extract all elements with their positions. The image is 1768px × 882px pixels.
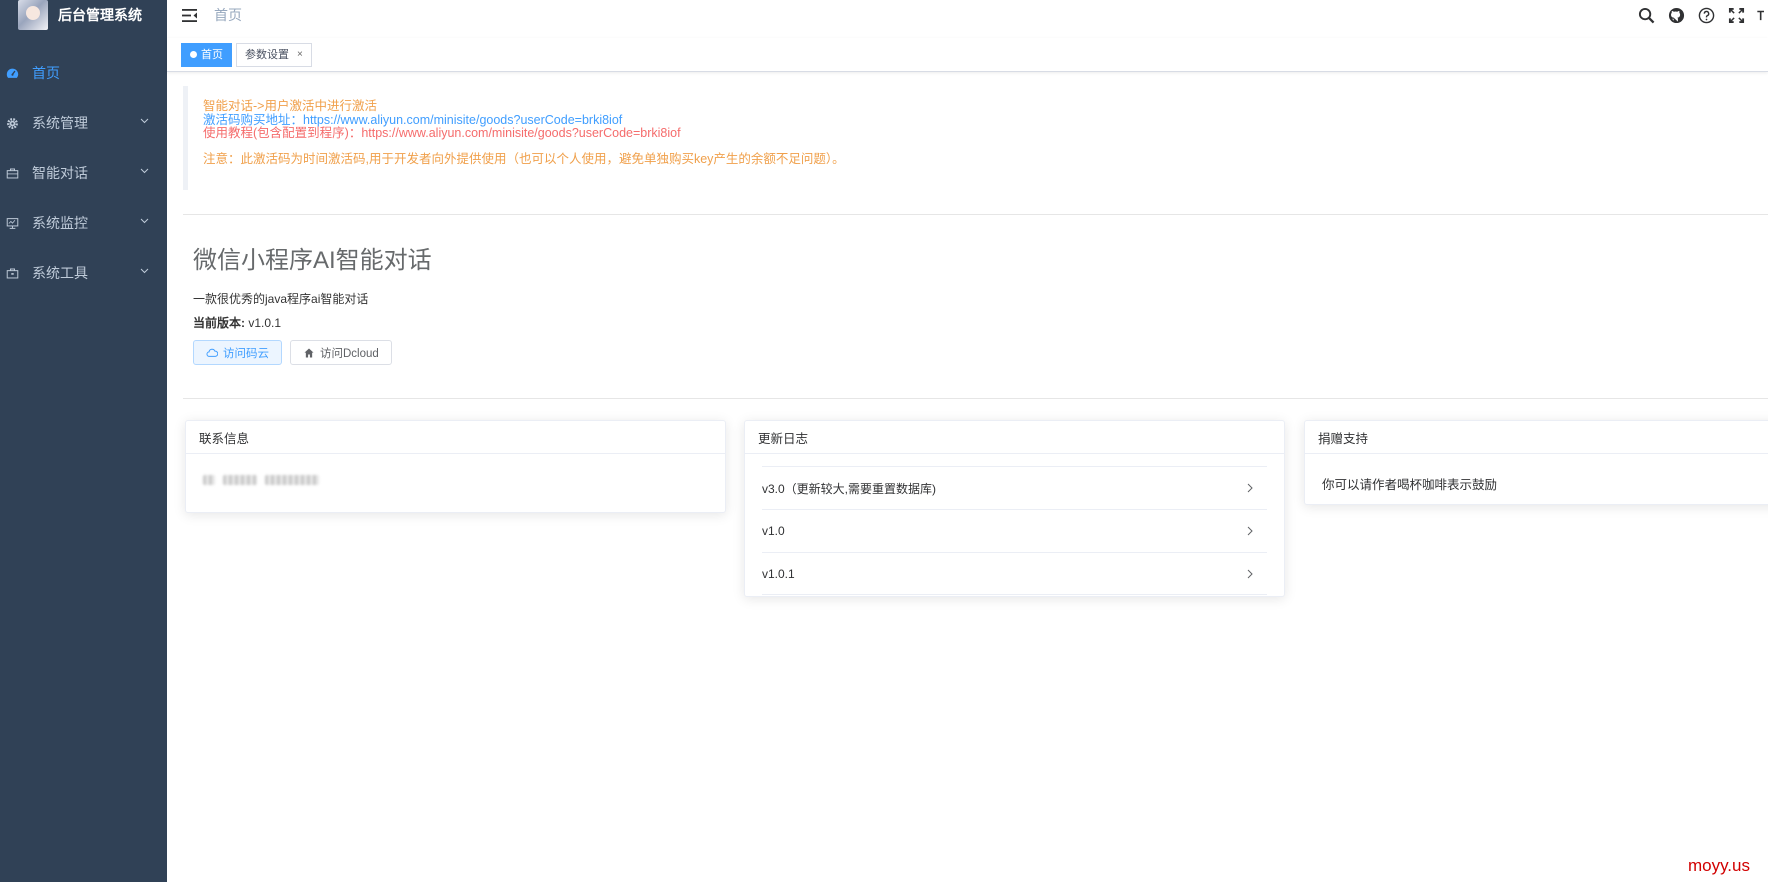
changelog-item[interactable]: v1.0.1 (762, 552, 1267, 595)
close-icon[interactable]: × (297, 44, 303, 66)
redacted-text (223, 475, 257, 485)
sidebar-item-label: 智能对话 (32, 165, 88, 181)
sidebar-item-home[interactable]: 首页 (0, 48, 167, 98)
sidebar-item-label: 系统监控 (32, 215, 88, 231)
notice-line-tutorial-link[interactable]: 使用教程(包含配置到程序)：https://www.aliyun.com/min… (203, 126, 1768, 141)
chevron-down-icon (139, 266, 149, 276)
notice-line-activate: 智能对话->用户激活中进行激活 (203, 99, 377, 113)
tag-parameter-settings[interactable]: 参数设置 × (236, 42, 312, 67)
search-icon[interactable] (1636, 5, 1656, 25)
sidebar-item-smart-chat[interactable]: 智能对话 (0, 148, 167, 198)
button-label: 访问Dcloud (320, 347, 379, 360)
active-dot-icon (190, 51, 197, 58)
main-area: 首页 首页 参数设置 × 智能对话->用户激活中进行激活 激活码购买地址：htt… (167, 0, 1768, 882)
chevron-down-icon (139, 116, 149, 126)
chevron-right-icon (1247, 569, 1257, 579)
changelog-item[interactable]: v3.0（更新较大,需要重置数据库) (762, 466, 1267, 509)
sidebar-item-label: 系统工具 (32, 265, 88, 281)
user-icon (203, 475, 215, 485)
navbar-right-menu (1626, 5, 1768, 25)
question-icon[interactable] (1696, 5, 1716, 25)
logo[interactable]: 后台管理系统 (0, 0, 167, 30)
version-label: 当前版本: (193, 316, 245, 330)
chevron-right-icon (1247, 526, 1257, 536)
contact-info-redacted (186, 454, 725, 506)
sidebar-item-label: 首页 (32, 65, 60, 81)
logo-title: 后台管理系统 (58, 7, 142, 23)
watermark: moyy.us (1687, 856, 1750, 875)
card-title: 捐赠支持 (1305, 421, 1768, 454)
changelog-item[interactable]: v1.0 (762, 509, 1267, 552)
sidebar: 后台管理系统 首页 系统管理 智能对话 系统监控 系统工具 (0, 0, 167, 882)
version-value: v1.0.1 (245, 316, 282, 330)
donate-text: 你可以请作者喝杯咖啡表示鼓励 (1322, 478, 1498, 492)
tag-home[interactable]: 首页 (181, 42, 232, 67)
tag-label: 首页 (201, 48, 223, 61)
hamburger-menu-icon[interactable] (181, 8, 197, 22)
activation-notice: 智能对话->用户激活中进行激活 激活码购买地址：https://www.aliy… (183, 86, 1768, 190)
changelog-item-label: v3.0（更新较大,需要重置数据库) (762, 481, 937, 496)
app-title: 微信小程序AI智能对话 (193, 247, 432, 274)
visit-gitee-button[interactable]: 访问码云 (193, 340, 282, 365)
sidebar-item-system-management[interactable]: 系统管理 (0, 98, 167, 148)
changelog-item-label: v1.0.1 (762, 566, 795, 581)
dashboard-content: 智能对话->用户激活中进行激活 激活码购买地址：https://www.aliy… (167, 70, 1768, 882)
chevron-right-icon (1247, 483, 1257, 493)
visit-dcloud-button[interactable]: 访问Dcloud (290, 340, 392, 365)
briefcase-icon (5, 166, 19, 180)
donate-card: 捐赠支持 你可以请作者喝杯咖啡表示鼓励 (1304, 420, 1768, 505)
fullscreen-icon[interactable] (1726, 5, 1746, 25)
chevron-down-icon (139, 166, 149, 176)
gear-icon (5, 116, 19, 130)
card-title: 联系信息 (186, 421, 725, 454)
notice-line-purchase-link[interactable]: 激活码购买地址：https://www.aliyun.com/minisite/… (203, 113, 1768, 128)
logo-avatar (18, 0, 48, 30)
changelog-list: v3.0（更新较大,需要重置数据库) v1.0 v1.0.1 (745, 454, 1284, 595)
sidebar-item-system-monitor[interactable]: 系统监控 (0, 198, 167, 248)
contact-card: 联系信息 (185, 420, 726, 513)
divider (183, 214, 1768, 215)
sidebar-item-label: 系统管理 (32, 115, 88, 131)
app-description: 一款很优秀的java程序ai智能对话 (193, 292, 369, 306)
changelog-item-label: v1.0 (762, 524, 785, 538)
app-version: 当前版本: v1.0.1 (193, 314, 281, 331)
redacted-text (265, 475, 319, 485)
github-icon[interactable] (1666, 5, 1686, 25)
home-icon (303, 347, 315, 359)
notice-line-warning: 注意：此激活码为时间激活码,用于开发者向外提供使用（也可以个人使用，避免单独购买… (203, 151, 845, 166)
navbar: 首页 (167, 0, 1768, 30)
button-label: 访问码云 (223, 347, 269, 360)
monitor-icon (5, 216, 19, 230)
font-size-icon[interactable] (1756, 5, 1768, 25)
dashboard-icon (5, 66, 19, 80)
cloud-icon (206, 347, 218, 359)
changelog-card: 更新日志 v3.0（更新较大,需要重置数据库) v1.0 v1.0.1 (744, 420, 1285, 597)
chevron-down-icon (139, 216, 149, 226)
tag-label: 参数设置 (245, 48, 289, 61)
breadcrumb: 首页 (214, 7, 242, 23)
sidebar-item-system-tools[interactable]: 系统工具 (0, 248, 167, 298)
sidebar-menu: 首页 系统管理 智能对话 系统监控 系统工具 (0, 48, 167, 298)
toolbox-icon (5, 266, 19, 280)
tags-view: 首页 参数设置 × (167, 38, 1768, 72)
card-title: 更新日志 (745, 421, 1284, 454)
divider (183, 398, 1768, 399)
